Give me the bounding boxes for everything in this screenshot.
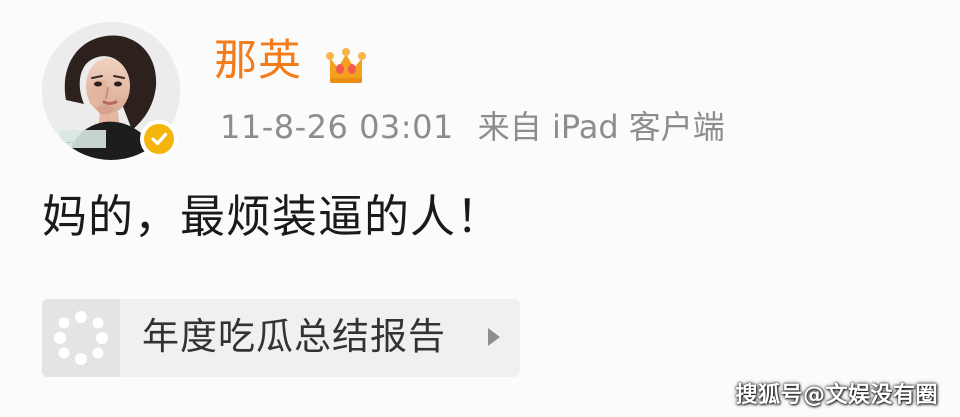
verified-icon <box>140 120 178 158</box>
report-label: 年度吃瓜总结报告 <box>142 315 446 358</box>
svg-text:...: ... <box>66 135 74 145</box>
weibo-post: ... 那英 11-8-26 03:01 来自 iPad 客户端 妈的，最烦装逼的… <box>0 0 960 417</box>
username[interactable]: 那英 <box>214 40 302 83</box>
post-time: 11-8-26 03:01 <box>220 108 454 146</box>
report-icon <box>42 299 120 377</box>
report-card[interactable]: 年度吃瓜总结报告 <box>42 299 520 377</box>
watermark: 搜狐号@文娱没有圈 <box>735 383 938 408</box>
post-text: 妈的，最烦装逼的人！ <box>42 190 503 243</box>
verified-check-icon <box>151 132 168 146</box>
report-icon-graphic <box>54 311 108 365</box>
post-source: 来自 iPad 客户端 <box>477 108 725 146</box>
avatar[interactable]: ... <box>42 22 180 160</box>
crown-icon <box>326 48 366 83</box>
chevron-right-icon <box>488 328 500 346</box>
post-meta: 11-8-26 03:01 来自 iPad 客户端 <box>220 111 725 143</box>
